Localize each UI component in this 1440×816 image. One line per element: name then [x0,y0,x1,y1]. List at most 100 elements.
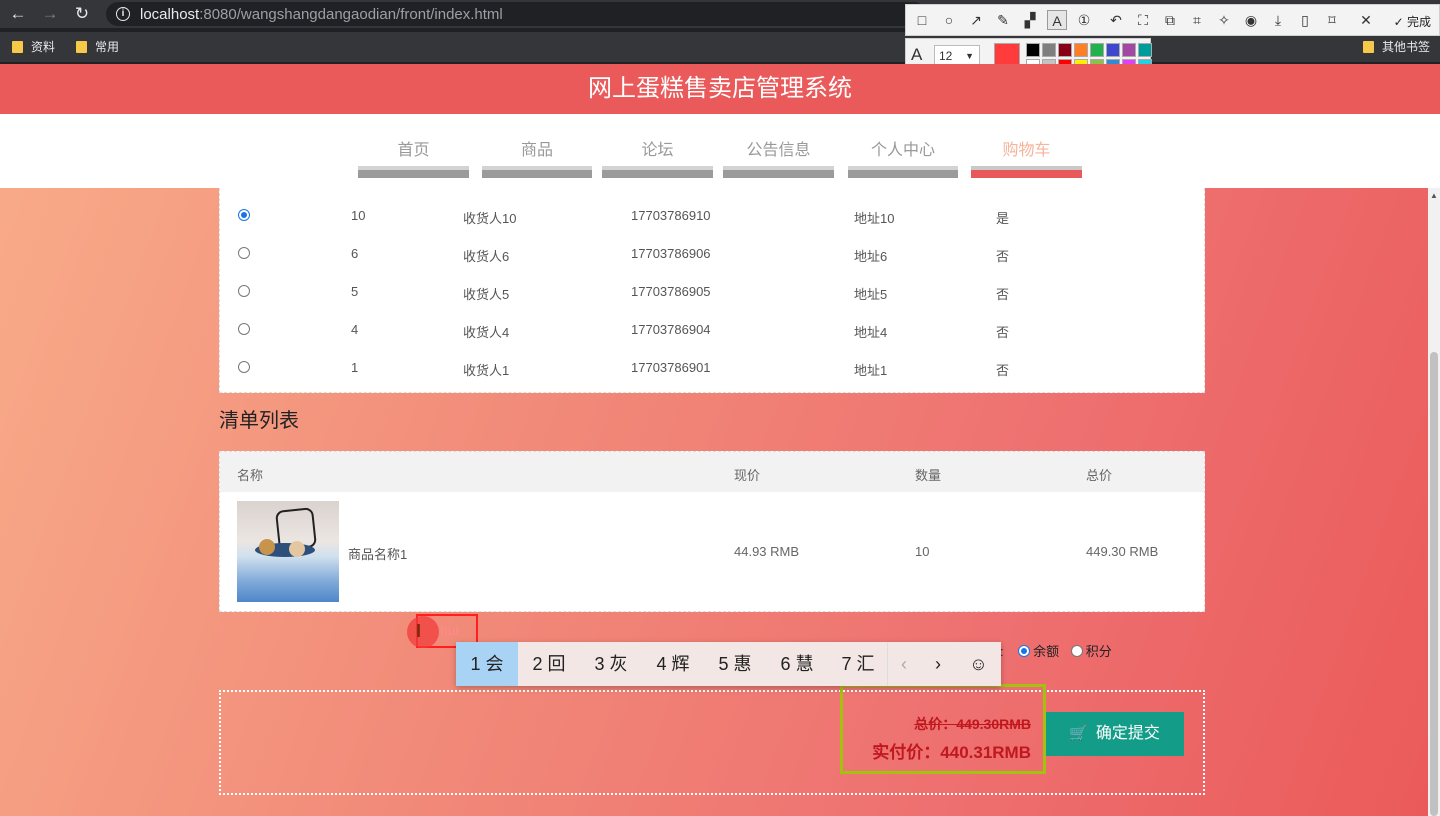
address-radio[interactable] [238,361,250,373]
product-total: 449.30 RMB [1086,544,1159,559]
receiver-phone: 17703786905 [631,284,711,299]
default-flag: 是 [996,211,1010,226]
close-icon[interactable]: ✕ [1356,10,1376,30]
ime-composition: hui [440,622,459,638]
section-title: 清单列表 [219,410,299,432]
prev-page-icon[interactable]: ‹ [888,642,920,686]
arrow-icon[interactable]: ↗ [966,10,986,30]
address-row[interactable]: 5 收货人5 17703786905 地址5 否 [220,274,1204,312]
default-flag: 否 [996,249,1010,264]
default-flag: 否 [996,363,1010,378]
ellipse-icon[interactable]: ○ [939,10,959,30]
color-swatch[interactable] [1138,43,1152,57]
bookmark-folder[interactable]: 常用 [76,38,119,55]
ime-candidate[interactable]: 2 回 [518,642,580,686]
translate-icon[interactable]: ⧉ [1160,10,1180,30]
nav-products[interactable]: 商品 [482,136,592,178]
default-flag: 否 [996,287,1010,302]
site-info-icon[interactable]: i [116,7,130,21]
address-row[interactable]: 1 收货人1 17703786901 地址1 否 [220,350,1204,388]
font-size-select[interactable]: 12 ▼ [934,45,980,65]
phone-icon[interactable]: ▯ [1295,10,1315,30]
forward-icon[interactable]: → [40,4,60,24]
scroll-up-icon[interactable]: ▲ [1430,191,1438,200]
receiver-address: 地址4 [854,325,888,340]
pen-icon[interactable]: ✎ [993,10,1013,30]
receiver-name: 收货人1 [463,363,510,378]
radio[interactable] [1070,645,1083,657]
scrollbar[interactable]: ▲ [1428,188,1440,816]
address-radio[interactable] [238,285,250,297]
record-icon[interactable]: ◉ [1241,10,1261,30]
pin-icon[interactable]: ✧ [1214,10,1234,30]
ocr-icon[interactable]: ⌗ [1187,10,1207,30]
mosaic-icon[interactable]: ▞ [1020,10,1040,30]
crop-icon[interactable]: ⛶ [1133,10,1153,30]
address-row[interactable]: 4 收货人4 17703786904 地址4 否 [220,312,1204,350]
address-radio[interactable] [238,323,250,335]
submit-button[interactable]: 🛒 确定提交 [1045,712,1184,756]
font-icon: A [911,45,923,64]
nav-profile[interactable]: 个人中心 [848,136,958,178]
address-id: 5 [351,284,359,299]
receiver-address: 地址6 [854,249,888,264]
ime-candidate[interactable]: 4 辉 [642,642,704,686]
folder-icon [12,41,23,53]
main-nav: 首页 商品 论坛 公告信息 个人中心 购物车 [0,114,1440,188]
address-radio[interactable] [238,247,250,259]
back-icon[interactable]: ← [8,4,28,24]
scroll-thumb[interactable] [1430,352,1438,816]
next-page-icon[interactable]: › [920,642,956,686]
site-header: 网上蛋糕售卖店管理系统 [0,64,1440,114]
emoji-icon[interactable]: ☺ [956,642,1001,686]
ime-candidate[interactable]: 7 汇 [828,642,888,686]
product-image [237,501,339,602]
payment-option-points[interactable]: 积分 [1070,644,1112,659]
header-total: 总价 [1086,468,1113,483]
color-swatch[interactable] [1074,43,1088,57]
folder-icon [76,41,87,53]
number-icon[interactable]: ① [1074,10,1094,30]
color-swatch[interactable] [1122,43,1136,57]
table-header: 名称 现价 数量 总价 [220,452,1204,492]
color-swatch[interactable] [1058,43,1072,57]
address-radio[interactable] [238,209,250,221]
color-swatch[interactable] [1026,43,1040,57]
reload-icon[interactable]: ↻ [72,4,92,24]
receiver-phone: 17703786906 [631,246,711,261]
undo-icon[interactable]: ↶ [1106,10,1126,30]
bookmark-icon[interactable]: ⌑ [1322,10,1342,30]
ime-candidate[interactable]: 1 会 [456,642,518,686]
nav-home[interactable]: 首页 [358,136,469,178]
nav-cart[interactable]: 购物车 [971,136,1082,178]
nav-forum[interactable]: 论坛 [602,136,713,178]
download-icon[interactable]: ⤓ [1268,10,1288,30]
rectangle-icon[interactable]: □ [912,10,932,30]
cursor-icon: I [407,616,439,648]
address-row[interactable]: 6 收货人6 17703786906 地址6 否 [220,236,1204,274]
color-swatch[interactable] [1090,43,1104,57]
checkout-panel: 总价：449.30RMB 实付价：440.31RMB 🛒 确定提交 [219,690,1205,795]
address-id: 10 [351,208,366,223]
address-row[interactable]: 10 收货人10 17703786910 地址10 是 [220,198,1204,236]
receiver-phone: 17703786901 [631,360,711,375]
product-price: 44.93 RMB [734,544,800,559]
address-id: 6 [351,246,359,261]
header-price: 现价 [734,468,761,483]
radio[interactable] [1018,645,1031,657]
color-swatch[interactable] [1106,43,1120,57]
nav-notices[interactable]: 公告信息 [723,136,834,178]
url-bar[interactable]: i localhost:8080/wangshangdangaodian/fro… [106,2,926,26]
payment-option-balance[interactable]: 余额 [1018,644,1059,659]
site-title: 网上蛋糕售卖店管理系统 [588,75,852,102]
other-bookmarks[interactable]: 其他书签 [1363,38,1430,55]
color-swatch[interactable] [1042,43,1056,57]
url-text: localhost:8080/wangshangdangaodian/front… [140,6,503,23]
done-button[interactable]: ✓ 完成 [1394,13,1431,30]
bookmark-folder[interactable]: 资料 [12,38,55,55]
text-tool-icon[interactable]: A [1047,10,1067,30]
ime-candidate[interactable]: 5 惠 [704,642,766,686]
ime-candidate[interactable]: 3 灰 [580,642,642,686]
ime-candidate[interactable]: 6 慧 [766,642,828,686]
order-table: 名称 现价 数量 总价 商品名称1 44.93 RMB 10 449.30 RM… [219,451,1205,612]
